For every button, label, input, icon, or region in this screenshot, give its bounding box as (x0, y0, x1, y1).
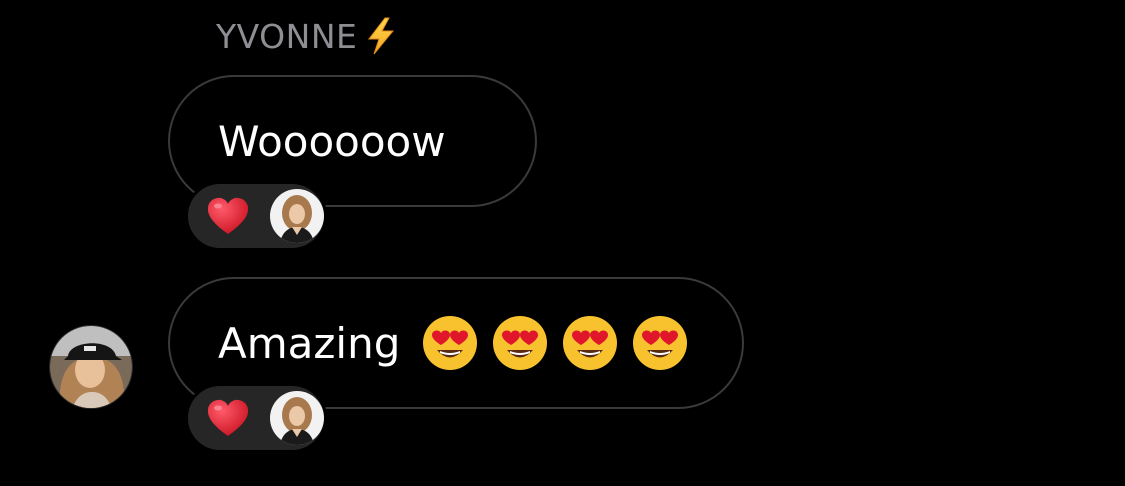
reaction-pill[interactable] (185, 181, 327, 251)
heart-eyes-face-icon (422, 315, 478, 371)
message-text: Woooooow (218, 116, 446, 166)
sender-avatar[interactable] (49, 325, 133, 409)
sender-name-text: YVONNE (216, 16, 358, 56)
reaction-pill[interactable] (185, 383, 327, 453)
message-text: Amazing (218, 318, 401, 368)
reactor-avatar[interactable] (270, 189, 324, 243)
reactor-avatar[interactable] (270, 391, 324, 445)
heart-eyes-face-icon (562, 315, 618, 371)
heart-eyes-face-icon (632, 315, 688, 371)
heart-icon (206, 196, 250, 236)
emoji-group (422, 315, 688, 371)
sender-name[interactable]: YVONNE (216, 14, 399, 58)
heart-eyes-face-icon (492, 315, 548, 371)
lightning-bolt-icon (363, 16, 399, 56)
heart-icon (206, 398, 250, 438)
